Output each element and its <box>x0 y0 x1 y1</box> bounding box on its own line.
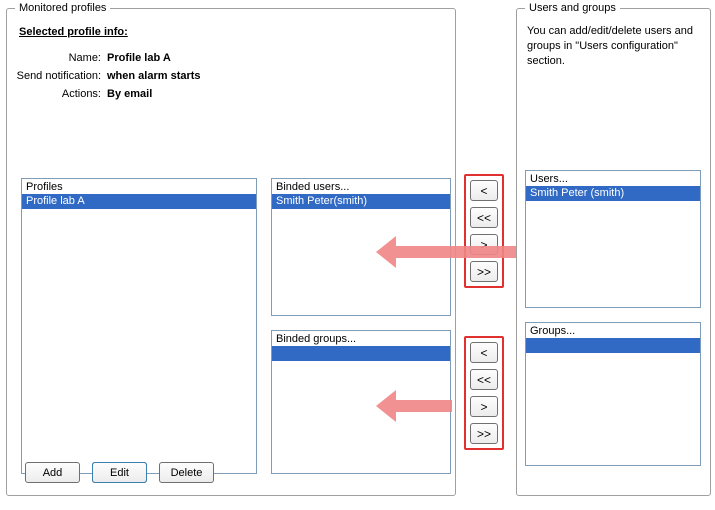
move-group-left-button[interactable]: < <box>470 342 498 363</box>
move-all-groups-right-button[interactable]: >> <box>470 423 498 444</box>
user-transfer-buttons: < << > >> <box>464 174 504 288</box>
users-and-groups-panel: Users and groups You can add/edit/delete… <box>516 2 711 496</box>
selected-profile-info-title: Selected profile info: <box>19 26 447 38</box>
list-item[interactable]: Smith Peter (smith) <box>526 186 700 201</box>
send-notification-value: when alarm starts <box>107 70 201 82</box>
profile-name-value: Profile lab A <box>107 52 171 64</box>
profile-name-row: Name: Profile lab A <box>15 52 447 64</box>
users-groups-help-text: You can add/edit/delete users and groups… <box>525 20 702 73</box>
users-and-groups-legend: Users and groups <box>525 2 620 14</box>
delete-button[interactable]: Delete <box>159 462 214 483</box>
move-user-left-button[interactable]: < <box>470 180 498 201</box>
actions-row: Actions: By email <box>15 88 447 100</box>
edit-button[interactable]: Edit <box>92 462 147 483</box>
binded-users-header: Binded users... <box>272 179 450 194</box>
move-group-right-button[interactable]: > <box>470 396 498 417</box>
annotation-arrow-icon <box>394 400 452 412</box>
users-header: Users... <box>526 171 700 186</box>
profiles-header: Profiles <box>22 179 256 194</box>
profile-name-label: Name: <box>15 52 107 64</box>
actions-value: By email <box>107 88 152 100</box>
list-item[interactable] <box>526 338 700 353</box>
list-item[interactable] <box>272 346 450 361</box>
add-button[interactable]: Add <box>25 462 80 483</box>
users-listbox[interactable]: Users... Smith Peter (smith) <box>525 170 701 308</box>
send-notification-label: Send notification: <box>15 70 107 82</box>
groups-listbox[interactable]: Groups... <box>525 322 701 466</box>
groups-header: Groups... <box>526 323 700 338</box>
move-all-groups-left-button[interactable]: << <box>470 369 498 390</box>
send-notification-row: Send notification: when alarm starts <box>15 70 447 82</box>
move-all-users-right-button[interactable]: >> <box>470 261 498 282</box>
profiles-listbox[interactable]: Profiles Profile lab A <box>21 178 257 474</box>
profile-buttons: Add Edit Delete <box>25 462 214 483</box>
group-transfer-buttons: < << > >> <box>464 336 504 450</box>
move-all-users-left-button[interactable]: << <box>470 207 498 228</box>
monitored-profiles-legend: Monitored profiles <box>15 2 110 14</box>
list-item[interactable]: Smith Peter(smith) <box>272 194 450 209</box>
binded-groups-header: Binded groups... <box>272 331 450 346</box>
list-item[interactable]: Profile lab A <box>22 194 256 209</box>
actions-label: Actions: <box>15 88 107 100</box>
